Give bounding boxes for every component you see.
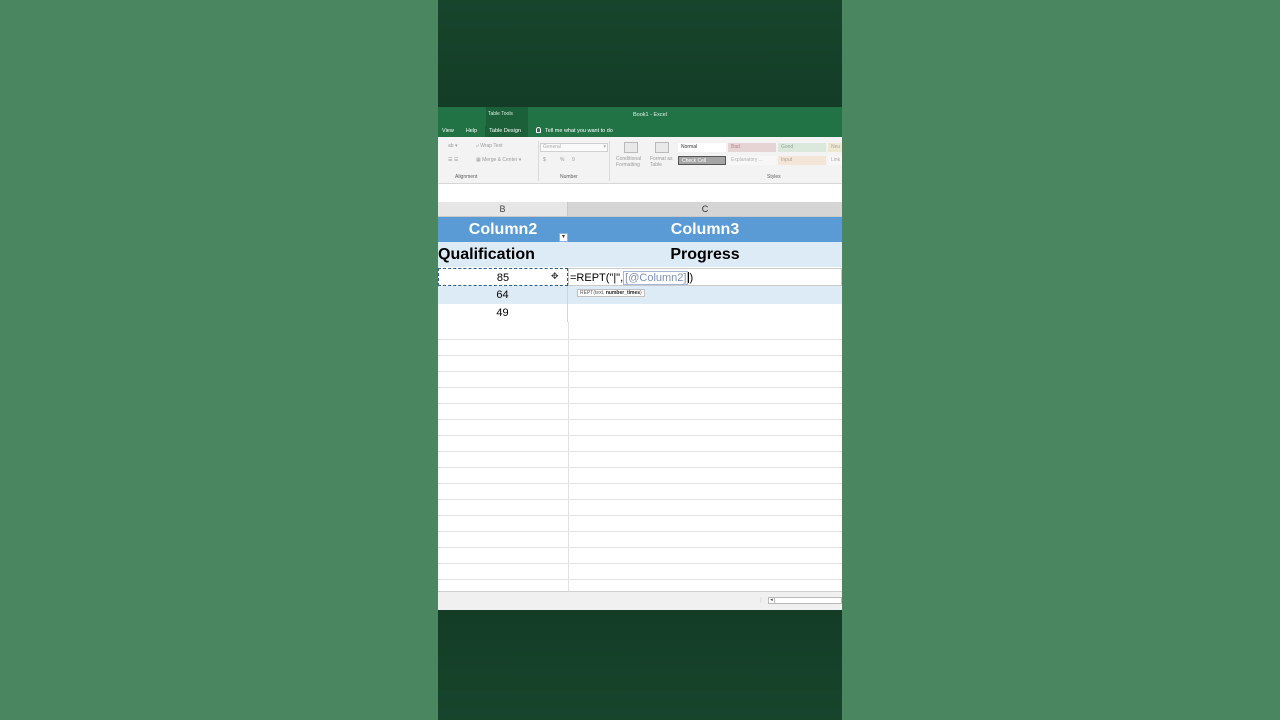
horizontal-scrollbar[interactable]: ◂ [768, 597, 842, 604]
tell-me-label: Tell me what you want to do [545, 128, 613, 134]
tab-help[interactable]: Help [462, 126, 481, 137]
conditional-formatting-icon [624, 142, 638, 153]
document-title: Book1 - Excel [633, 112, 667, 118]
function-tooltip: REPT(text, number_times) [577, 289, 645, 297]
ribbon: ab ▾ ☰ ☰ ⤶ Wrap Text ▦ Merge & Center ▾ … [438, 137, 842, 184]
ribbon-tabs: View Help Table Design [438, 126, 525, 137]
percent-button[interactable]: % [560, 157, 564, 163]
chevron-down-icon: ▾ [561, 234, 565, 240]
alignment-group-label: Alignment [455, 174, 478, 180]
row-gridline [438, 579, 842, 580]
table-header-column2[interactable]: Column2 [438, 217, 568, 242]
wrap-text-button[interactable]: ⤶ Wrap Text [476, 143, 503, 149]
table-header-row: Column2 Column3 ▾ [438, 217, 842, 242]
row-gridline [438, 387, 842, 388]
formula-bar-area [438, 184, 842, 202]
number-group-label: Number [560, 174, 578, 180]
tooltip-argument: number_times [605, 290, 641, 296]
number-format-value: General [543, 144, 561, 150]
row-gridline [438, 563, 842, 564]
row-gridline [438, 547, 842, 548]
formula-reference: [@Column2] [623, 271, 689, 285]
orientation-icon[interactable]: ab ▾ [448, 143, 457, 149]
row-gridline [438, 499, 842, 500]
style-check-cell[interactable]: Check Cell [678, 156, 726, 165]
currency-button[interactable]: $ [543, 157, 546, 163]
row-gridline [438, 483, 842, 484]
style-normal[interactable]: Normal [678, 143, 726, 152]
format-as-table-button[interactable]: Format as Table [650, 156, 676, 168]
style-bad[interactable]: Bad [728, 143, 776, 152]
table-tools-label: Table Tools [488, 111, 513, 117]
video-frame: Table Tools Book1 - Excel View Help Tabl… [438, 0, 842, 720]
cell-progress[interactable]: Progress [568, 242, 842, 268]
chevron-down-icon: ▾ [517, 157, 522, 163]
column-gridline [568, 322, 569, 591]
divider [538, 141, 539, 181]
formula-suffix: ) [689, 272, 694, 284]
style-input[interactable]: Input [778, 156, 826, 165]
conditional-formatting-button[interactable]: Conditional Formatting [616, 156, 648, 168]
style-explanatory[interactable]: Explanatory ... [728, 156, 776, 165]
merge-center-button[interactable]: ▦ Merge & Center ▾ [476, 157, 521, 163]
excel-window: Table Tools Book1 - Excel View Help Tabl… [438, 107, 842, 610]
cell-qualification-value[interactable]: 85 [438, 268, 568, 286]
chevron-down-icon: ▾ [603, 144, 606, 150]
formula-edit-cell[interactable]: =REPT("|", [@Column2]) [568, 268, 842, 286]
row-gridline [438, 355, 842, 356]
tooltip-close: ) [640, 290, 642, 296]
sheet-tab-bar: ⋮ ◂ [438, 591, 842, 610]
column-header-c[interactable]: C [568, 202, 842, 217]
column-header-b[interactable]: B [438, 202, 568, 217]
tab-table-design[interactable]: Table Design [485, 126, 525, 137]
tooltip-function: REPT(text, [580, 290, 606, 296]
number-format-select[interactable]: General ▾ [540, 143, 608, 152]
cell-qualification-value[interactable]: 64 [438, 286, 568, 304]
cell-qualification[interactable]: Qualification [438, 242, 568, 268]
wrap-text-label: Wrap Text [480, 143, 503, 149]
table-header-column3[interactable]: Column3 [568, 217, 842, 242]
scroll-left-icon[interactable]: ◂ [769, 598, 775, 603]
cell-qualification-value[interactable]: 49 [438, 304, 568, 322]
background-left [0, 0, 438, 720]
table-row: 85 ✥ =REPT("|", [@Column2]) [438, 268, 842, 286]
tell-me-search[interactable]: Tell me what you want to do [536, 126, 613, 137]
table-row: 49 [438, 304, 842, 322]
background-right [842, 0, 1280, 720]
more-sheets-icon[interactable]: ⋮ [758, 597, 764, 604]
lightbulb-icon [536, 127, 541, 133]
row-gridline [438, 467, 842, 468]
style-linked[interactable]: Link [828, 156, 842, 165]
row-gridline [438, 531, 842, 532]
row-gridline [438, 451, 842, 452]
format-as-table-icon [655, 142, 669, 153]
table-subheader-row: Qualification Progress [438, 242, 842, 268]
row-gridline [438, 435, 842, 436]
worksheet-grid: Column2 Column3 ▾ Qualification Progress… [438, 217, 842, 591]
move-cursor-icon: ✥ [551, 271, 559, 281]
comma-button[interactable]: 9 [572, 157, 575, 163]
formula-prefix: =REPT("|", [570, 272, 624, 284]
title-bar: Table Tools Book1 - Excel View Help Tabl… [438, 107, 842, 137]
style-good[interactable]: Good [778, 143, 826, 152]
row-gridline [438, 339, 842, 340]
divider [609, 141, 610, 181]
style-neutral[interactable]: Neu [828, 143, 842, 152]
row-gridline [438, 371, 842, 372]
row-gridline [438, 515, 842, 516]
styles-group-label: Styles [767, 174, 781, 180]
row-gridline [438, 403, 842, 404]
row-gridline [438, 419, 842, 420]
cell-progress-empty[interactable] [568, 304, 842, 322]
merge-center-label: Merge & Center [482, 157, 518, 163]
indent-icon[interactable]: ☰ ☰ [448, 157, 458, 163]
tab-view[interactable]: View [438, 126, 458, 137]
filter-dropdown-button[interactable]: ▾ [559, 233, 568, 242]
